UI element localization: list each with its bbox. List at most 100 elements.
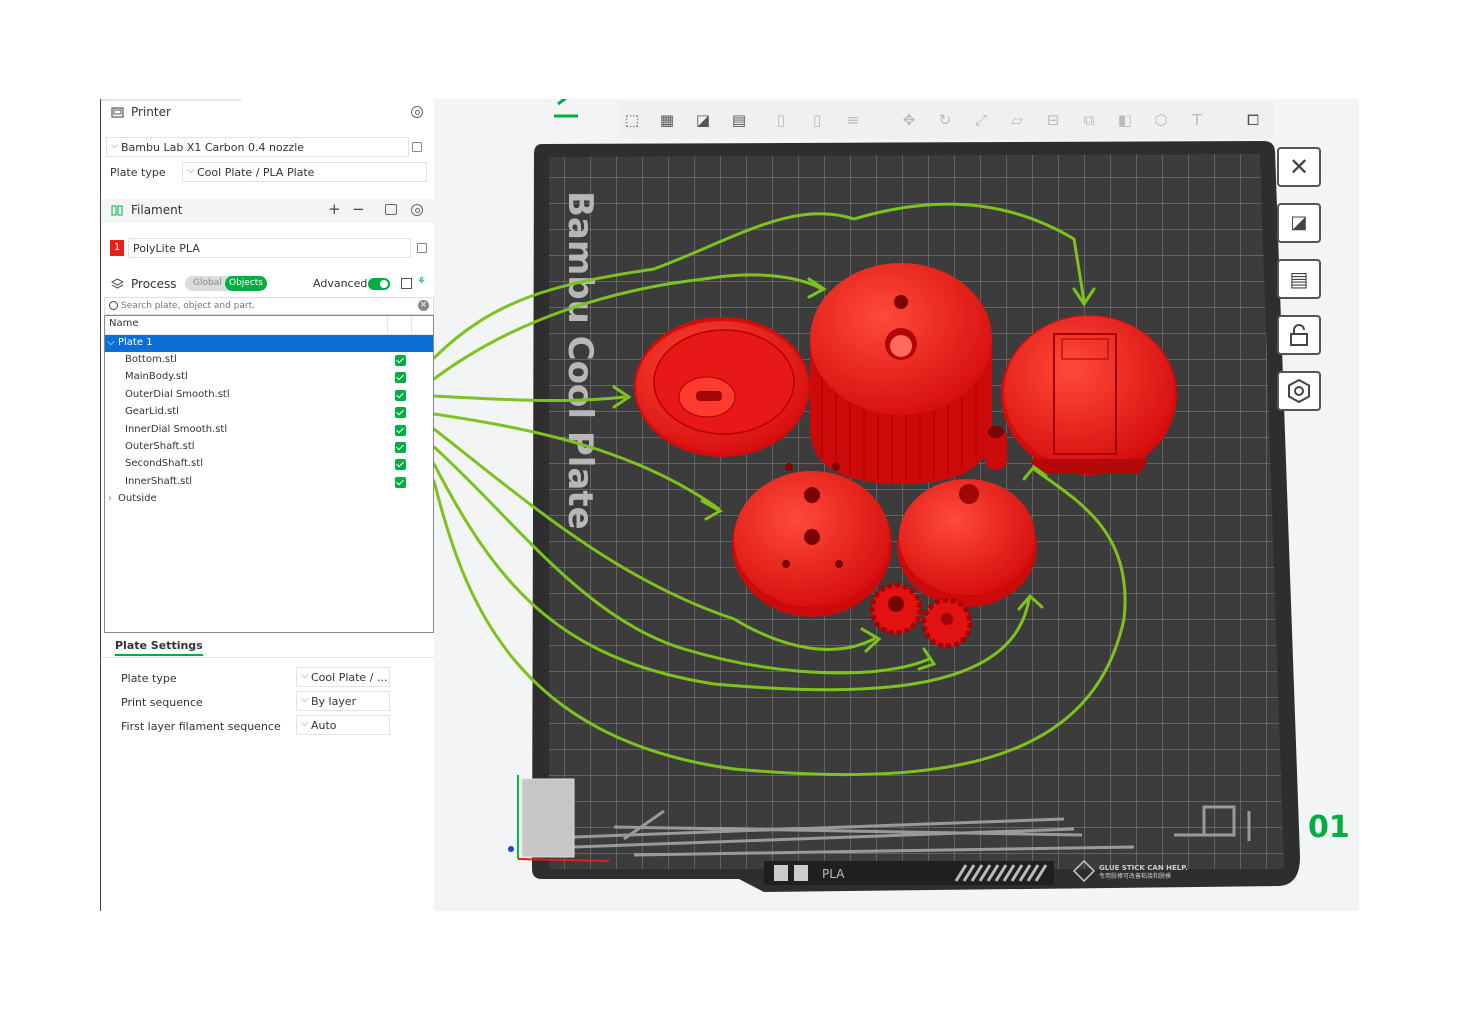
text-icon[interactable]: T <box>1186 109 1208 131</box>
rotate-icon[interactable]: ↻ <box>934 109 956 131</box>
first-layer-sequence-label: First layer filament sequence <box>121 720 281 733</box>
first-layer-sequence-select[interactable]: ⌵ Auto <box>296 715 390 735</box>
plate-index: 01 <box>1308 810 1350 845</box>
printer-model-select[interactable]: ⌵ Bambu Lab X1 Carbon 0.4 nozzle <box>106 137 409 157</box>
tab-global[interactable]: Global <box>193 278 222 288</box>
object-visible-checkbox[interactable] <box>395 355 406 366</box>
object-name: Bottom.stl <box>125 354 177 365</box>
add-plate-icon[interactable]: ▦ <box>656 109 678 131</box>
qr-icon <box>794 865 808 881</box>
object-visible-checkbox[interactable] <box>395 424 406 436</box>
object-row[interactable]: OuterDial Smooth.stl <box>105 387 433 404</box>
mesh-boolean-icon[interactable]: ⧉ <box>1078 109 1100 131</box>
add-filament-button[interactable]: + <box>328 200 341 218</box>
lock-icon[interactable] <box>1277 315 1321 355</box>
filament-settings-gear-icon[interactable] <box>411 204 423 216</box>
object-visible-checkbox[interactable] <box>395 476 406 488</box>
remove-filament-button[interactable]: − <box>352 200 365 218</box>
outside-group-row[interactable]: › Outside <box>105 491 433 508</box>
arrange-icon[interactable]: ▤ <box>728 109 750 131</box>
reset-icon[interactable]: ⚘ <box>417 276 426 287</box>
split-objects-icon[interactable]: ▯ <box>770 109 792 131</box>
object-row[interactable]: OuterShaft.stl <box>105 439 433 456</box>
printer-settings-gear-icon[interactable] <box>411 106 423 118</box>
column-name[interactable]: Name <box>109 318 139 329</box>
z-axis <box>508 846 514 852</box>
toggle-knob <box>380 280 388 288</box>
part-outer-dial[interactable] <box>634 317 810 457</box>
object-visible-checkbox[interactable] <box>395 407 406 419</box>
object-name: InnerDial Smooth.stl <box>125 423 228 435</box>
object-visible-checkbox[interactable] <box>395 389 406 401</box>
3d-viewport[interactable]: Bambu Cool Plate PLA GLUE STICK CAN HELP… <box>434 99 1359 911</box>
object-row[interactable]: InnerShaft.stl <box>105 474 433 491</box>
object-name: InnerShaft.stl <box>125 475 193 487</box>
plate-settings-icon[interactable] <box>1277 371 1321 411</box>
clear-search-icon[interactable]: × <box>418 300 429 311</box>
assembly-view-icon[interactable]: ⧠ <box>1242 109 1264 131</box>
print-sequence-select[interactable]: ⌵ By layer <box>296 691 390 711</box>
filament-section-title: Filament <box>131 203 183 217</box>
print-sequence-label: Print sequence <box>121 696 203 709</box>
close-icon[interactable]: ✕ <box>1277 147 1321 187</box>
support-paint-icon[interactable]: ◧ <box>1114 109 1136 131</box>
auto-orient-side-icon[interactable]: ◪ <box>1277 203 1321 243</box>
part-outer-shaft[interactable] <box>869 582 923 636</box>
part-second-shaft[interactable] <box>921 597 973 649</box>
search-input[interactable] <box>121 299 411 313</box>
compare-icon[interactable] <box>401 278 412 289</box>
sync-filament-icon[interactable] <box>385 204 397 215</box>
edit-filament-icon[interactable] <box>417 243 427 253</box>
move-icon[interactable]: ✥ <box>898 109 920 131</box>
layers-icon[interactable]: ≡ <box>842 109 864 131</box>
plate-type-label: Plate type <box>110 166 166 179</box>
object-row[interactable]: MainBody.stl <box>105 369 433 386</box>
global-objects-toggle[interactable]: Global Objects <box>185 276 267 291</box>
plate-name-text: Bambu Cool Plate <box>560 191 600 530</box>
advanced-label: Advanced <box>313 277 368 290</box>
footer-notice: GLUE STICK CAN HELP. <box>1099 864 1188 872</box>
plate-settings-title[interactable]: Plate Settings <box>115 639 203 656</box>
part-main-body[interactable] <box>810 263 992 484</box>
process-section-header: Process Global Objects Advanced ⚘ <box>101 273 435 297</box>
filament-icon <box>111 204 123 216</box>
object-visible-checkbox[interactable] <box>395 459 406 471</box>
auto-orient-icon[interactable]: ◪ <box>692 109 714 131</box>
chevron-down-icon: ⌵ <box>301 694 309 705</box>
object-name: GearLid.stl <box>125 406 179 418</box>
object-list-header: Name <box>105 316 433 335</box>
plate-row[interactable]: ⌵ Plate 1 <box>105 335 433 352</box>
filament-slot-badge[interactable]: 1 <box>110 240 124 256</box>
object-visible-checkbox[interactable] <box>395 372 406 384</box>
tab-objects[interactable]: Objects <box>225 276 267 291</box>
advanced-toggle[interactable] <box>368 278 390 290</box>
filament-select[interactable]: PolyLite PLA <box>128 238 411 258</box>
object-row[interactable]: InnerDial Smooth.stl <box>105 422 433 439</box>
edit-printer-icon[interactable] <box>412 142 422 152</box>
seam-paint-icon[interactable]: ⬡ <box>1150 109 1172 131</box>
part-inner-dial[interactable] <box>897 479 1037 607</box>
object-row[interactable]: Bottom.stl <box>105 352 433 369</box>
plate-settings-plate-type-label: Plate type <box>121 672 177 685</box>
plate-type-select[interactable]: ⌵ Cool Plate / PLA Plate <box>182 162 427 182</box>
footer-notice-cn: 专用胶棒可改善粘接和脱模 <box>1099 872 1171 880</box>
object-visible-checkbox[interactable] <box>395 442 406 453</box>
add-icon[interactable]: ⬚ <box>621 109 643 131</box>
origin-wipe-tower <box>521 778 575 858</box>
column-divider <box>411 316 412 334</box>
cut-icon[interactable]: ⊟ <box>1042 109 1064 131</box>
plate-label: Plate 1 <box>118 337 153 348</box>
chevron-down-icon: ⌵ <box>187 165 195 176</box>
process-section-title: Process <box>131 277 177 291</box>
object-name: SecondShaft.stl <box>125 458 203 470</box>
search-bar[interactable]: × <box>104 297 434 315</box>
object-row[interactable]: SecondShaft.stl <box>105 456 433 473</box>
arrange-side-icon[interactable]: ▤ <box>1277 259 1321 299</box>
object-row[interactable]: GearLid.stl <box>105 404 433 421</box>
lay-on-face-icon[interactable]: ▱ <box>1006 109 1028 131</box>
split-parts-icon[interactable]: ▯ <box>806 109 828 131</box>
chevron-down-icon: ⌵ <box>111 140 119 151</box>
top-left-icon[interactable] <box>554 99 578 118</box>
plate-settings-plate-type-select[interactable]: ⌵ Cool Plate / ... <box>296 667 390 687</box>
scale-icon[interactable]: ⤢ <box>970 109 992 131</box>
